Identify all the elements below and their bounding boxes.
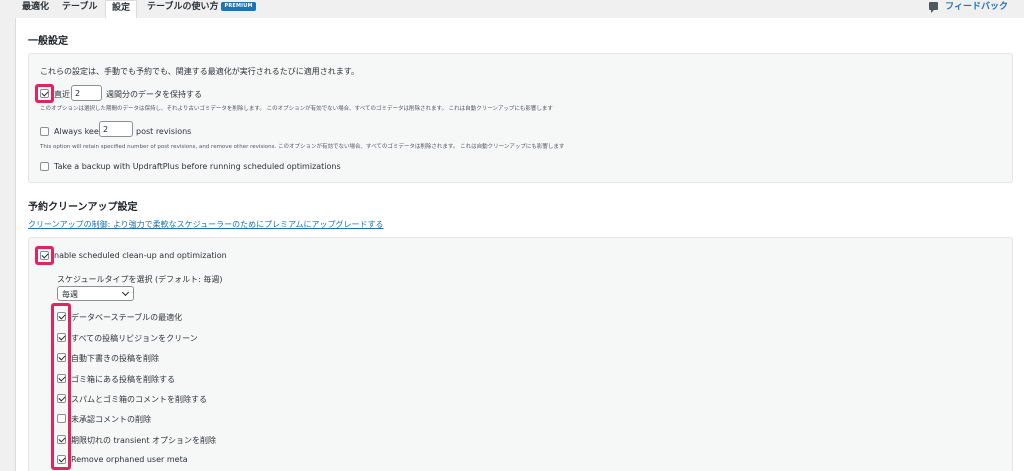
settings-page: 一般設定 これらの設定は、手動でも予約でも、関連する最適化が実行されるたびに適用… <box>15 18 1024 471</box>
cleanup-option-checkbox[interactable] <box>57 435 66 444</box>
cleanup-option-checkbox[interactable] <box>57 374 66 383</box>
cleanup-option-checkbox[interactable] <box>57 455 66 464</box>
revisions-prefix-label: Always keep <box>54 127 104 136</box>
tab-label: テーブルの使い方 <box>147 2 219 12</box>
cleanup-option-checkbox[interactable] <box>57 353 66 362</box>
backup-label: Take a backup with UpdraftPlus before ru… <box>54 162 341 171</box>
retain-prefix-label: 直近 <box>54 90 70 99</box>
tab-settings[interactable]: 設定 <box>105 0 138 19</box>
scheduled-cleanup-panel: nable scheduled clean-up and optimizatio… <box>28 237 1013 471</box>
cleanup-option-label: 期限切れの transient オプションを削除 <box>71 436 217 445</box>
tab-table-usage[interactable]: テーブルの使い方 PREMIUM <box>141 0 262 18</box>
enable-schedule-label: nable scheduled clean-up and optimizatio… <box>54 251 227 260</box>
general-intro-text: これらの設定は、手動でも予約でも、関連する最適化が実行されるたびに適用されます。 <box>40 67 359 76</box>
upgrade-premium-link[interactable]: クリーンアップの制御: より強力で柔軟なスケジューラーのためにプレミアムにアップ… <box>28 219 384 230</box>
cleanup-option-label: すべての投稿リビジョンをクリーン <box>71 334 198 343</box>
retain-note: このオプションは選択した期間のデータは保持し、それより古いゴミデータを削除します… <box>40 106 553 112</box>
schedule-type-value: 毎週 <box>62 290 78 299</box>
cleanup-option-label: 未承認コメントの削除 <box>71 415 151 424</box>
feedback-label: フィードバック <box>945 2 1008 12</box>
comment-icon <box>929 2 939 13</box>
schedule-type-label: スケジュールタイプを選択 (デフォルト: 毎週) <box>57 275 223 284</box>
retain-weeks-input[interactable] <box>71 85 102 101</box>
retain-suffix-label: 週間分のデータを保持する <box>106 90 202 99</box>
general-settings-panel: これらの設定は、手動でも予約でも、関連する最適化が実行されるたびに適用されます。… <box>28 53 1013 183</box>
highlight-box <box>35 246 54 265</box>
premium-badge: PREMIUM <box>221 2 256 11</box>
tab-tables[interactable]: テーブル <box>56 0 103 18</box>
backup-checkbox[interactable] <box>40 162 49 171</box>
cleanup-option-checkbox[interactable] <box>57 394 66 403</box>
cleanup-option-label: ゴミ箱にある投稿を削除する <box>71 375 175 384</box>
schedule-type-select[interactable]: 毎週 <box>57 286 134 301</box>
highlight-box <box>35 84 54 103</box>
revisions-suffix-label: post revisions <box>136 127 192 136</box>
keep-revisions-checkbox[interactable] <box>40 127 49 136</box>
cleanup-option-checkbox[interactable] <box>57 333 66 342</box>
cleanup-option-checkbox[interactable] <box>57 312 66 321</box>
feedback-link[interactable]: フィードバック <box>929 0 1008 15</box>
general-settings-title: 一般設定 <box>28 36 68 47</box>
tab-optimizations[interactable]: 最適化 <box>16 0 55 18</box>
cleanup-option-label: 自動下書きの投稿を削除 <box>71 354 159 363</box>
tab-bar: 最適化 テーブル 設定 テーブルの使い方 PREMIUM フィードバック <box>0 0 1024 19</box>
highlight-box <box>51 303 71 470</box>
tab-label: 設定 <box>112 3 131 13</box>
tab-label: テーブル <box>62 2 98 12</box>
revisions-note: This option will retain specified number… <box>40 144 565 150</box>
cleanup-option-label: スパムとゴミ箱のコメントを削除する <box>71 395 207 404</box>
tab-label: 最適化 <box>22 2 50 12</box>
cleanup-option-label: Remove orphaned user meta <box>71 455 188 464</box>
scheduled-cleanup-title: 予約クリーンアップ設定 <box>28 202 138 213</box>
cleanup-option-checkbox[interactable] <box>57 414 66 423</box>
cleanup-option-label: データベーステーブルの最適化 <box>71 313 183 322</box>
chevron-down-icon <box>121 288 130 297</box>
revisions-count-input[interactable] <box>99 121 133 137</box>
